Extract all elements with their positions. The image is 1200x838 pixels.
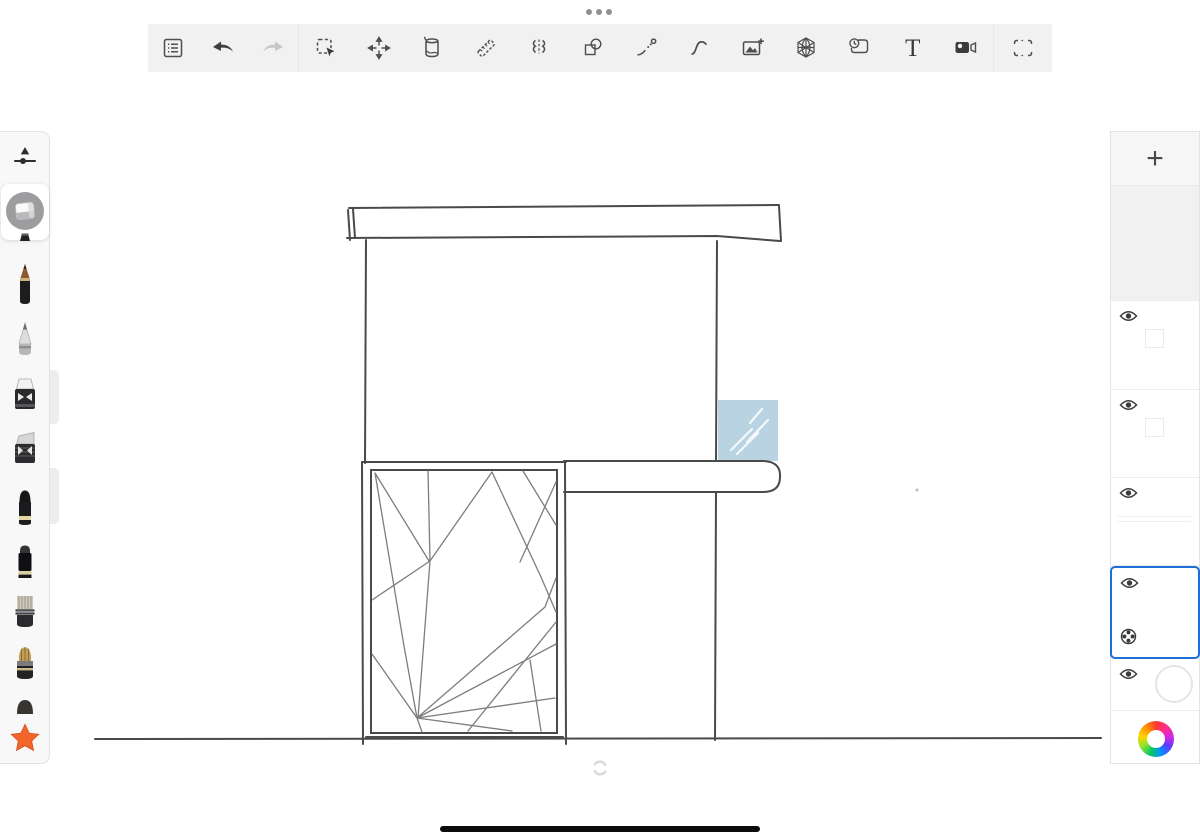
- brush-round-marker[interactable]: [0, 488, 50, 526]
- menu-icon[interactable]: [156, 31, 190, 65]
- layer-row-3[interactable]: [1111, 478, 1199, 566]
- main-toolbar: T: [148, 24, 1052, 72]
- layer-visibility-icon[interactable]: [1120, 576, 1139, 595]
- brush-flat-brush[interactable]: [0, 594, 50, 632]
- brush-eraser[interactable]: [0, 191, 50, 231]
- multitask-handle-icon[interactable]: [586, 9, 612, 15]
- drawing-app: { "colors": { "accent": "#1e6ed8", "wind…: [0, 0, 1200, 838]
- layer-visibility-icon[interactable]: [1119, 486, 1138, 505]
- layer-colorwheel-icon[interactable]: [1120, 628, 1137, 650]
- toolbar-group-tools: T: [298, 24, 994, 72]
- toolbar-group-view: [994, 24, 1052, 72]
- color-wheel-hole: [1147, 730, 1165, 748]
- layers-spacer: [1111, 186, 1199, 301]
- move-icon[interactable]: [362, 31, 396, 65]
- brush-flat-marker[interactable]: [0, 542, 50, 580]
- layer-visibility-icon[interactable]: [1119, 667, 1138, 686]
- brush-soft-blender[interactable]: [0, 696, 50, 714]
- fill-icon[interactable]: [415, 31, 449, 65]
- layers-panel: +: [1110, 131, 1200, 764]
- add-layer-glyph: +: [1146, 142, 1164, 176]
- select-icon[interactable]: [309, 31, 343, 65]
- layer-row-1[interactable]: [1111, 301, 1199, 390]
- toolbar-group-history: [148, 24, 298, 72]
- brush-scroll-tab[interactable]: [50, 370, 59, 424]
- measure-ruler-icon[interactable]: [469, 31, 503, 65]
- brush-sidebar: [0, 131, 50, 764]
- video-record-icon[interactable]: [949, 31, 983, 65]
- perspective-grid-icon[interactable]: [789, 31, 823, 65]
- layer-visibility-icon[interactable]: [1119, 309, 1138, 328]
- rotate-canvas-icon[interactable]: [591, 759, 609, 777]
- layer-thumbnail: [1145, 329, 1164, 348]
- time-lapse-icon[interactable]: [842, 31, 876, 65]
- tool-settings-icon[interactable]: [0, 145, 50, 169]
- layer-row-5[interactable]: [1111, 659, 1199, 711]
- fullscreen-icon[interactable]: [1006, 31, 1040, 65]
- layer-visibility-icon[interactable]: [1119, 398, 1138, 417]
- text-tool-icon[interactable]: T: [896, 31, 930, 65]
- brush-pencil[interactable]: [0, 322, 50, 358]
- brush-chisel-marker[interactable]: [0, 377, 50, 413]
- symmetry-icon[interactable]: [522, 31, 556, 65]
- redo-icon[interactable]: [256, 31, 290, 65]
- stroke-smooth-icon[interactable]: [682, 31, 716, 65]
- shape-guides-icon[interactable]: [576, 31, 610, 65]
- path-edit-icon[interactable]: [629, 31, 663, 65]
- layer-thumbnail: [1117, 516, 1191, 526]
- text-tool-glyph: T: [905, 36, 920, 61]
- color-picker-wheel[interactable]: [1138, 721, 1174, 757]
- undo-icon[interactable]: [206, 31, 240, 65]
- layer-thumbnail: [1155, 665, 1193, 703]
- layer-row-4-selected[interactable]: [1110, 566, 1200, 659]
- brush-angled-marker[interactable]: [0, 431, 50, 467]
- add-layer-button[interactable]: +: [1111, 132, 1199, 186]
- brush-bristle-brush[interactable]: [0, 645, 50, 685]
- layer-thumbnail: [1145, 418, 1164, 437]
- favorites-star-icon[interactable]: [0, 723, 50, 753]
- layer-row-2[interactable]: [1111, 390, 1199, 478]
- import-image-icon[interactable]: [736, 31, 770, 65]
- brush-peek-nib-icon: [0, 232, 50, 241]
- home-indicator[interactable]: [440, 826, 760, 832]
- brush-ink-pen[interactable]: [0, 263, 50, 305]
- canvas[interactable]: [0, 0, 1200, 838]
- brush-scroll-tab[interactable]: [50, 468, 59, 524]
